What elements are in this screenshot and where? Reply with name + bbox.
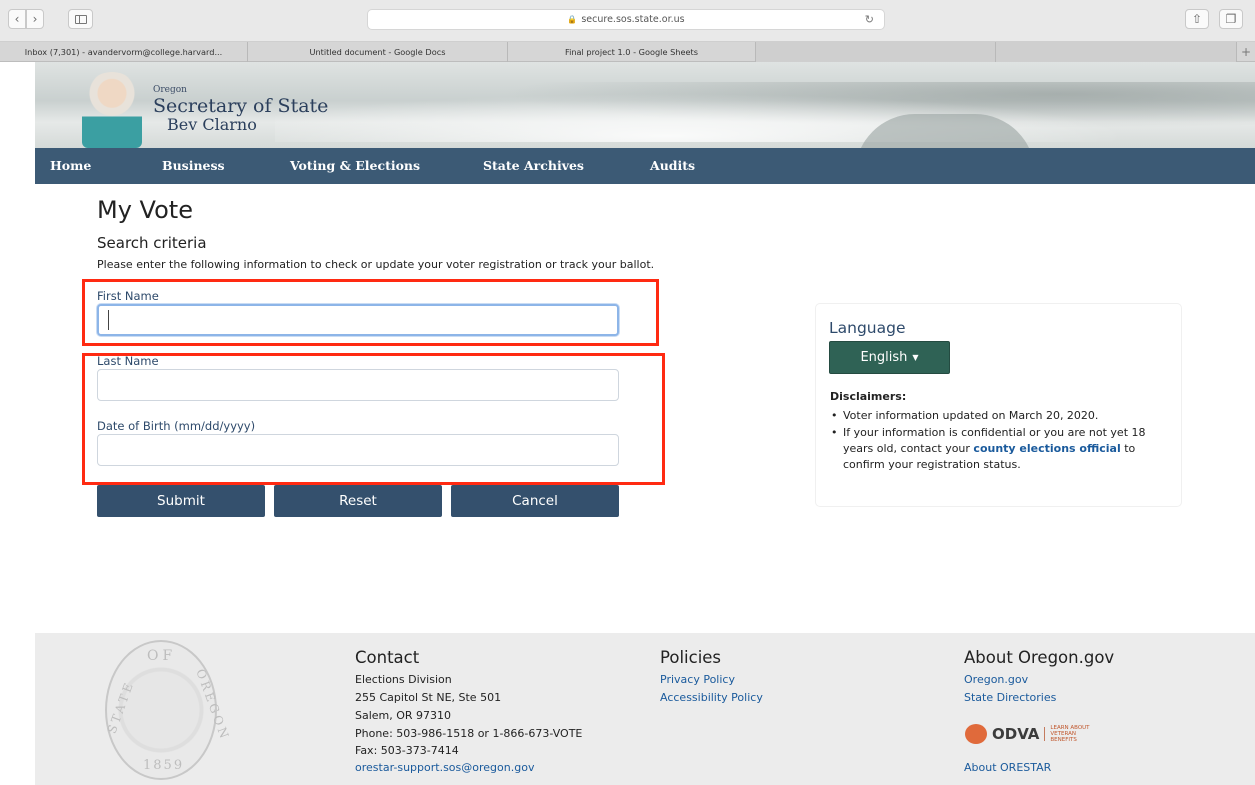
first-name-input[interactable] <box>97 304 619 336</box>
tab-inbox[interactable]: Inbox (7,301) - avandervorm@college.harv… <box>0 42 248 62</box>
contact-line: Salem, OR 97310 <box>355 709 452 722</box>
page-title: My Vote <box>97 196 193 224</box>
tabs-overview-icon: ❐ <box>1225 12 1237 26</box>
url-bar[interactable]: 🔒 secure.sos.state.or.us ↻ <box>367 9 885 30</box>
about-orestar-link[interactable]: About ORESTAR <box>964 761 1051 774</box>
first-name-label: First Name <box>97 289 159 303</box>
seal-text-right: OREGON <box>193 667 233 743</box>
odva-tagline: LEARN ABOUT VETERAN BENEFITS <box>1050 725 1090 743</box>
dob-label: Date of Birth (mm/dd/yyyy) <box>97 419 256 433</box>
nav-business[interactable]: Business <box>162 148 225 184</box>
caret-down-icon: ▼ <box>912 353 919 362</box>
browser-toolbar: ‹ › 🔒 secure.sos.state.or.us ↻ ⇧ ❐ <box>0 0 1255 42</box>
tab-google-sheets[interactable]: Final project 1.0 - Google Sheets <box>508 42 756 62</box>
share-button[interactable]: ⇧ <box>1185 9 1209 29</box>
disclaimer-item: Voter information updated on March 20, 2… <box>830 408 1170 424</box>
seal-text-left: STATE <box>104 678 137 736</box>
back-button[interactable]: ‹ <box>8 9 26 29</box>
text-cursor <box>108 310 109 330</box>
disclaimer-text: Voter information updated on March 20, 2… <box>843 409 1099 422</box>
tab-empty[interactable] <box>996 42 1237 62</box>
tab-bar: Inbox (7,301) - avandervorm@college.harv… <box>0 42 1255 62</box>
plus-icon: + <box>1240 45 1252 59</box>
last-name-label: Last Name <box>97 354 159 368</box>
about-heading: About Oregon.gov <box>964 648 1115 667</box>
seal-text-year: 1859 <box>143 758 185 773</box>
nav-state-archives[interactable]: State Archives <box>483 148 584 184</box>
section-title: Search criteria <box>97 234 207 252</box>
contact-line: Elections Division <box>355 673 452 686</box>
dob-input[interactable] <box>97 434 619 466</box>
site-logo[interactable]: Oregon Secretary of State Bev Clarno <box>153 86 328 133</box>
tab-label: Untitled document - Google Docs <box>309 47 446 57</box>
language-panel: Language English ▼ Disclaimers: Voter in… <box>816 304 1181 506</box>
contact-heading: Contact <box>355 648 420 667</box>
lock-icon: 🔒 <box>567 15 578 24</box>
brand-name: Bev Clarno <box>167 115 257 134</box>
reload-icon[interactable]: ↻ <box>865 13 874 26</box>
tabs-overview-button[interactable]: ❐ <box>1219 9 1243 29</box>
seal-text-top: OF <box>147 648 177 664</box>
contact-email-link[interactable]: orestar-support.sos@oregon.gov <box>355 761 534 774</box>
contact-line: 255 Capitol St NE, Ste 501 <box>355 691 502 704</box>
odva-heart-icon <box>965 724 987 744</box>
nav-voting-elections[interactable]: Voting & Elections <box>290 148 420 184</box>
lake-landscape-image <box>275 82 1255 142</box>
site-footer: OF STATE OREGON 1859 Contact Elections D… <box>35 633 1255 785</box>
last-name-input[interactable] <box>97 369 619 401</box>
language-selected: English <box>860 350 908 365</box>
language-dropdown[interactable]: English ▼ <box>829 341 950 374</box>
brand-state: Oregon <box>153 85 187 95</box>
cancel-button[interactable]: Cancel <box>451 485 619 517</box>
chevron-right-icon: › <box>32 12 38 26</box>
oregon-gov-link[interactable]: Oregon.gov <box>964 673 1028 686</box>
disclaimer-item: If your information is confidential or y… <box>830 425 1170 473</box>
tab-label: Final project 1.0 - Google Sheets <box>564 47 699 57</box>
instructions-text: Please enter the following information t… <box>97 258 655 271</box>
main-nav: Home Business Voting & Elections State A… <box>35 148 1255 184</box>
url-text: secure.sos.state.or.us <box>581 14 685 25</box>
site-header-banner: Oregon Secretary of State Bev Clarno <box>35 62 1255 148</box>
secretary-portrait <box>82 72 142 148</box>
nav-home[interactable]: Home <box>50 148 91 184</box>
share-icon: ⇧ <box>1191 12 1203 26</box>
odva-wordmark: ODVA <box>992 725 1040 743</box>
contact-line: Phone: 503-986-1518 or 1-866-673-VOTE <box>355 727 583 740</box>
reset-button[interactable]: Reset <box>274 485 442 517</box>
language-title: Language <box>829 319 906 337</box>
county-elections-official-link[interactable]: county elections official <box>973 442 1120 455</box>
new-tab-button[interactable]: + <box>1237 42 1255 62</box>
forward-button[interactable]: › <box>26 9 44 29</box>
accessibility-policy-link[interactable]: Accessibility Policy <box>660 691 763 704</box>
brand-office: Secretary of State <box>153 95 329 117</box>
odva-logo[interactable]: ODVA LEARN ABOUT VETERAN BENEFITS <box>965 723 1105 745</box>
disclaimers-list: Voter information updated on March 20, 2… <box>830 408 1170 473</box>
state-directories-link[interactable]: State Directories <box>964 691 1056 704</box>
tab-label: Inbox (7,301) - avandervorm@college.harv… <box>24 47 223 57</box>
submit-button[interactable]: Submit <box>97 485 265 517</box>
sidebar-button[interactable] <box>68 9 93 29</box>
oregon-seal-icon: OF STATE OREGON 1859 <box>104 640 232 780</box>
chevron-left-icon: ‹ <box>14 12 20 26</box>
contact-line: Fax: 503-373-7414 <box>355 744 459 757</box>
disclaimers-title: Disclaimers: <box>830 390 907 403</box>
privacy-policy-link[interactable]: Privacy Policy <box>660 673 735 686</box>
tab-google-docs[interactable]: Untitled document - Google Docs <box>248 42 508 62</box>
sidebar-icon <box>74 14 87 24</box>
tab-current[interactable] <box>756 42 996 62</box>
nav-audits[interactable]: Audits <box>650 148 695 184</box>
policies-heading: Policies <box>660 648 722 667</box>
